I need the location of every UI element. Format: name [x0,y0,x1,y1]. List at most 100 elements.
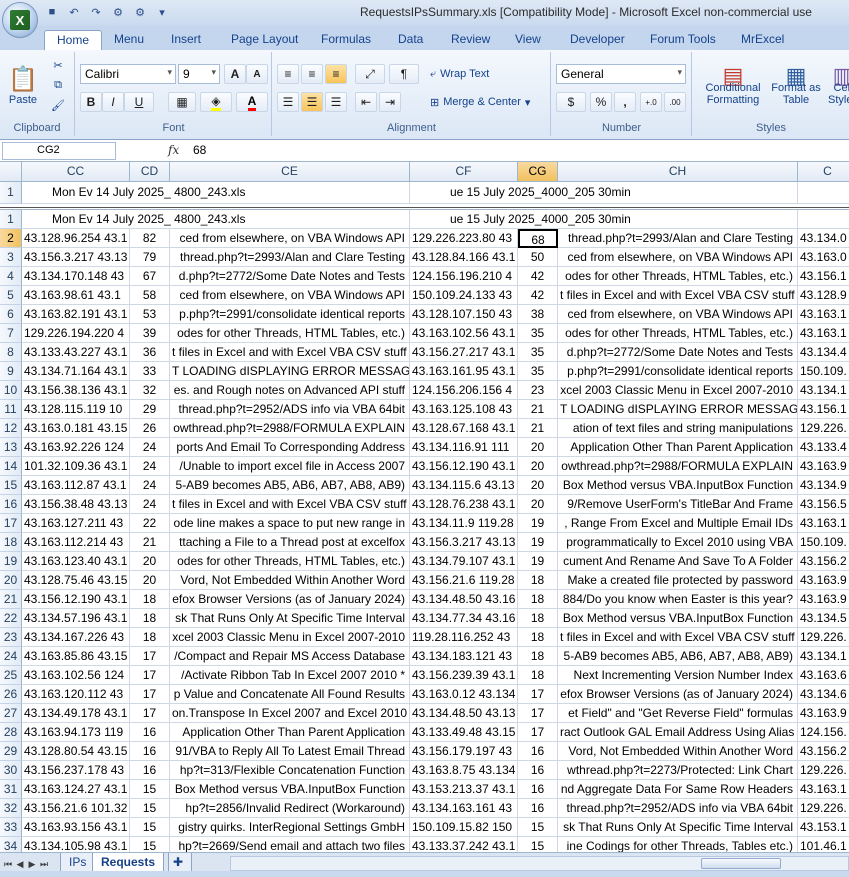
cell-ch[interactable]: 9/Remove UserForm's TitleBar And Frame [558,495,798,514]
cell-ci[interactable]: 43.163.1 [798,324,849,343]
cell-ch[interactable]: Box Method versus VBA.InputBox Function [558,609,798,628]
increase-decimal-button[interactable]: +.0 [640,92,662,112]
cell-ch[interactable]: Application Other Than Parent Applicatio… [558,438,798,457]
cell-ch[interactable]: thread.php?t=2952/ADS info via VBA 64bit [558,799,798,818]
row-header[interactable]: 28 [0,723,22,742]
borders-icon[interactable]: ▦ [168,92,196,112]
column-header-ce[interactable]: CE [170,162,410,182]
cell-ce[interactable]: hp?t=2856/Invalid Redirect (Workaround) [170,799,410,818]
cell-ce[interactable]: thread.php?t=2952/ADS info via VBA 64bit [170,400,410,419]
office-button[interactable]: X [2,2,38,38]
align-bottom-icon[interactable]: ≡ [325,64,347,84]
cell-cg[interactable]: 21 [518,419,558,438]
header-cell-cf[interactable]: ue 15 July 2025_4000_205 30min [410,210,798,229]
cell-ce[interactable]: ode line makes a space to put new range … [170,514,410,533]
wrap-text-button[interactable]: ⤶ Wrap Text [429,64,519,84]
cell-cg[interactable]: 18 [518,590,558,609]
cell-cd[interactable]: 16 [130,761,170,780]
insert-function-icon[interactable]: fx [168,143,179,157]
cell-ci[interactable]: 43.134.9 [798,476,849,495]
cell-ci[interactable]: 150.109. [798,362,849,381]
formula-input[interactable]: 68 [193,143,206,157]
cell-cf[interactable]: 43.163.8.75 43.134 [410,761,518,780]
column-header-cc[interactable]: CC [22,162,130,182]
cell-cc[interactable]: 43.163.82.191 43.1 [22,305,130,324]
cell-ch[interactable]: cument And Rename And Save To A Folder [558,552,798,571]
cell-ci[interactable]: 150.109. [798,533,849,552]
italic-button[interactable]: I [102,92,124,112]
cell-ci[interactable]: 129.226. [798,628,849,647]
cell-cf[interactable]: 43.134.163.161 43 [410,799,518,818]
cell-ch[interactable]: nd Aggregate Data For Same Row Headers [558,780,798,799]
row-header[interactable]: 18 [0,533,22,552]
cell-cf[interactable]: 43.163.0.12 43.134 [410,685,518,704]
align-center-icon[interactable]: ☰ [301,92,323,112]
cell-ch[interactable]: Next Incrementing Version Number Index [558,666,798,685]
cell-ci[interactable]: 43.134.1 [798,381,849,400]
align-middle-icon[interactable]: ≡ [301,64,323,84]
row-header[interactable]: 13 [0,438,22,457]
cell-cf[interactable]: 43.163.102.56 43.1 [410,324,518,343]
cell-ch[interactable]: 884/Do you know when Easter is this year… [558,590,798,609]
cell-cc[interactable]: 43.163.94.173 119 [22,723,130,742]
cell-ch[interactable]: T LOADING dISPLAYING ERROR MESSAGE [558,400,798,419]
sheet-tab-requests[interactable]: Requests [92,853,165,872]
cell-ci[interactable]: 43.153.1 [798,818,849,837]
cell-ci[interactable]: 43.134.5 [798,609,849,628]
cell-cg[interactable]: 17 [518,685,558,704]
row-header[interactable]: 14 [0,457,22,476]
cell-cc[interactable]: 43.156.3.217 43.13 [22,248,130,267]
cell-cf[interactable]: 43.163.125.108 43 [410,400,518,419]
customize-qat-icon[interactable]: ▾ [154,4,170,20]
cell-cf[interactable]: 43.156.27.217 43.1 [410,343,518,362]
row-header[interactable]: 11 [0,400,22,419]
cell-cf[interactable]: 43.153.213.37 43.1 [410,780,518,799]
cell-cc[interactable]: 43.163.0.181 43.15 [22,419,130,438]
cell-cg[interactable]: 38 [518,305,558,324]
cell-cg[interactable]: 19 [518,514,558,533]
column-header-ch[interactable]: CH [558,162,798,182]
cell-ci[interactable]: 101.46.1 [798,837,849,852]
cell-cd[interactable]: 18 [130,609,170,628]
cell-cf[interactable]: 124.156.206.156 4 [410,381,518,400]
cell-ce[interactable]: d.php?t=2772/Some Date Notes and Tests [170,267,410,286]
frozen-cell-cc[interactable]: Mon Ev 14 July 2025_ 4800_243.xls [22,182,410,204]
cell-ch[interactable]: p.php?t=2991/consolidate identical repor… [558,362,798,381]
cell-ce[interactable]: odes for other Threads, HTML Tables, etc… [170,324,410,343]
cell-ci[interactable]: 43.163.1 [798,780,849,799]
underline-button[interactable]: U [124,92,154,112]
cell-cc[interactable]: 43.163.127.211 43 [22,514,130,533]
undo-icon[interactable]: ↶ [66,4,82,20]
cell-ch[interactable]: d.php?t=2772/Some Date Notes and Tests [558,343,798,362]
cell-ch[interactable]: Make a created file protected by passwor… [558,571,798,590]
cell-ci[interactable]: 43.156.1 [798,400,849,419]
cell-ci[interactable]: 129.226. [798,799,849,818]
cell-ch[interactable]: odes for other Threads, HTML Tables, etc… [558,267,798,286]
cell-ce[interactable]: odes for other Threads, HTML Tables, etc… [170,552,410,571]
cell-cd[interactable]: 18 [130,590,170,609]
cell-cf[interactable]: 43.156.179.197 43 [410,742,518,761]
cell-cg[interactable]: 23 [518,381,558,400]
prev-sheet-icon[interactable]: ◀ [14,857,26,871]
cell-ci[interactable]: 43.156.5 [798,495,849,514]
cell-cf[interactable]: 43.134.115.6 43.13 [410,476,518,495]
cell-ch[interactable]: ced from elsewhere, on VBA Windows API [558,248,798,267]
format-as-table-button[interactable]: ▦ Format as Table [771,56,821,120]
merge-center-button[interactable]: ⊞ Merge & Center ▾ [429,92,547,112]
header-cell-ci[interactable] [798,210,849,229]
save-icon[interactable]: ■ [44,4,60,20]
cell-cg[interactable]: 15 [518,837,558,852]
cell-cg[interactable]: 16 [518,780,558,799]
cell-cf[interactable]: 43.134.11.9 119.28 [410,514,518,533]
cell-cd[interactable]: 15 [130,799,170,818]
cell-cd[interactable]: 32 [130,381,170,400]
cell-cc[interactable]: 43.163.123.40 43.1 [22,552,130,571]
cell-cg[interactable]: 21 [518,400,558,419]
cell-ce[interactable]: on.Transpose In Excel 2007 and Excel 201… [170,704,410,723]
cell-cg[interactable]: 35 [518,362,558,381]
cell-cd[interactable]: 16 [130,742,170,761]
cell-ce[interactable]: owthread.php?t=2988/FORMULA EXPLAIN [170,419,410,438]
align-right-icon[interactable]: ☰ [325,92,347,112]
cell-styles-button[interactable]: ▥ Cell Styles [823,56,849,120]
row-header[interactable]: 21 [0,590,22,609]
